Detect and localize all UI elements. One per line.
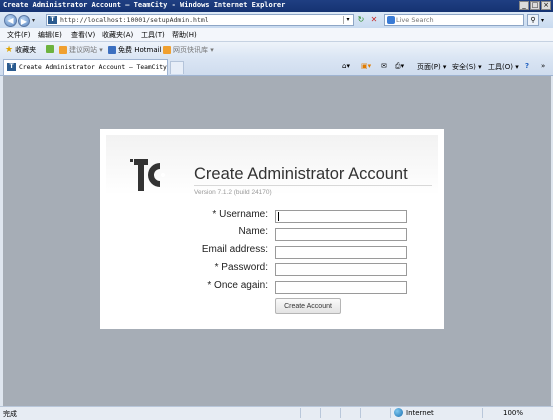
menu-view[interactable]: 查看(V) (71, 30, 95, 40)
security-zone[interactable]: Internet (394, 408, 434, 417)
url-text[interactable]: http://localhost:10001/setupAdmin.html (60, 16, 209, 24)
close-button[interactable]: × (541, 1, 551, 10)
read-mail-icon[interactable]: ✉ (381, 62, 387, 70)
text-cursor (278, 212, 279, 221)
maximize-button[interactable]: □ (530, 1, 540, 10)
email-field[interactable] (275, 246, 407, 259)
status-text: 完成 (3, 410, 17, 418)
search-box[interactable] (384, 14, 524, 26)
minimize-button[interactable]: _ (519, 1, 529, 10)
status-divider (482, 408, 483, 418)
tools-menu[interactable]: 工具(O) ▾ (488, 62, 519, 72)
search-input[interactable] (396, 15, 516, 25)
feeds-icon[interactable]: ▣▾ (361, 62, 371, 70)
web-slice-gallery-label: 网页快讯库 ▾ (173, 46, 214, 54)
favorites-bar: ★ 收藏夹 建议网站 ▾ 免费 Hotmail 网页快讯库 ▾ (0, 42, 553, 57)
refresh-icon[interactable]: ↻ (356, 15, 366, 25)
new-tab-button[interactable] (170, 61, 184, 74)
email-label: Email address: (201, 244, 268, 255)
status-divider (360, 408, 361, 418)
web-slice-gallery-link[interactable]: 网页快讯库 ▾ (163, 45, 214, 55)
menu-tools[interactable]: 工具(T) (141, 30, 165, 40)
globe-icon (394, 408, 403, 417)
tab-label: Create Administrator Account — TeamCity (19, 64, 167, 71)
tab-bar: T Create Administrator Account — TeamCit… (0, 57, 553, 76)
search-options-dropdown-icon[interactable]: ▾ (541, 17, 544, 24)
window-title: Create Administrator Account — TeamCity … (3, 1, 286, 9)
free-hotmail-link[interactable]: 免费 Hotmail (108, 45, 162, 55)
forward-arrow-icon[interactable]: ▶ (18, 15, 30, 27)
free-hotmail-label: 免费 Hotmail (118, 46, 162, 54)
password-field[interactable] (275, 263, 407, 276)
menu-bar: 文件(F) 编辑(E) 查看(V) 收藏夹(A) 工具(T) 帮助(H) (0, 28, 553, 42)
menu-edit[interactable]: 编辑(E) (38, 30, 62, 40)
add-favorite-button[interactable] (46, 45, 54, 53)
teamcity-favicon-icon: T (7, 63, 16, 71)
version-text: Version 7.1.2 (build 24170) (194, 189, 272, 196)
status-divider (300, 408, 301, 418)
help-icon[interactable]: ? (525, 62, 529, 70)
suggested-sites-label: 建议网站 ▾ (69, 46, 103, 54)
confirm-password-field[interactable] (275, 281, 407, 294)
name-label: Name: (238, 226, 268, 237)
title-divider (194, 185, 432, 186)
favorites-star-icon: ★ (5, 45, 14, 55)
username-field[interactable] (275, 210, 407, 223)
teamcity-favicon-icon: T (48, 16, 57, 24)
print-icon[interactable]: ⎙▾ (395, 62, 404, 71)
tab-create-admin[interactable]: T Create Administrator Account — TeamCit… (3, 59, 168, 75)
search-icon[interactable]: ⚲ (527, 14, 539, 26)
suggested-sites-link[interactable]: 建议网站 ▾ (59, 45, 103, 55)
setup-admin-panel: Create Administrator Account Version 7.1… (106, 135, 438, 323)
address-dropdown-icon[interactable]: ▾ (343, 16, 352, 24)
username-label: * Username: (212, 209, 268, 220)
live-search-icon (387, 16, 395, 24)
menu-favorites[interactable]: 收藏夹(A) (102, 30, 133, 40)
history-dropdown-icon[interactable]: ▾ (32, 17, 35, 24)
status-divider (390, 408, 391, 418)
address-field[interactable]: T http://localhost:10001/setupAdmin.html… (46, 14, 354, 26)
name-field[interactable] (275, 228, 407, 241)
title-bar: Create Administrator Account — TeamCity … (0, 0, 553, 12)
favorites-label: 收藏夹 (15, 46, 37, 54)
web-slice-icon (163, 46, 171, 54)
menu-file[interactable]: 文件(F) (7, 30, 31, 40)
menu-help[interactable]: 帮助(H) (172, 30, 197, 40)
confirm-password-label: * Once again: (207, 280, 268, 291)
setup-admin-card: Create Administrator Account Version 7.1… (100, 129, 444, 329)
page-viewport: Create Administrator Account Version 7.1… (3, 76, 551, 406)
password-label: * Password: (214, 262, 268, 273)
browser-window: Create Administrator Account — TeamCity … (0, 0, 553, 420)
page-title: Create Administrator Account (194, 165, 408, 183)
status-divider (340, 408, 341, 418)
back-arrow-icon[interactable]: ◀ (4, 14, 17, 27)
create-account-button[interactable]: Create Account (275, 298, 341, 314)
page-menu[interactable]: 页面(P) ▾ (417, 62, 446, 72)
mail-icon (108, 46, 116, 54)
stop-icon[interactable]: ✕ (369, 15, 379, 25)
suggested-sites-icon (59, 46, 67, 54)
add-to-favorites-icon (46, 45, 54, 53)
teamcity-logo (130, 159, 165, 191)
more-commands-icon[interactable]: » (541, 62, 545, 70)
address-bar-row: ◀ ▶ ▾ T http://localhost:10001/setupAdmi… (0, 12, 553, 28)
favorites-button[interactable]: ★ 收藏夹 (5, 45, 36, 55)
zone-label: Internet (406, 408, 434, 417)
status-divider (320, 408, 321, 418)
safety-menu[interactable]: 安全(S) ▾ (452, 62, 482, 72)
window-controls: _ □ × (519, 1, 551, 10)
zoom-level[interactable]: 100% (503, 409, 523, 417)
home-icon[interactable]: ⌂▾ (342, 62, 350, 70)
status-bar: 完成 Internet 100% (0, 406, 553, 420)
